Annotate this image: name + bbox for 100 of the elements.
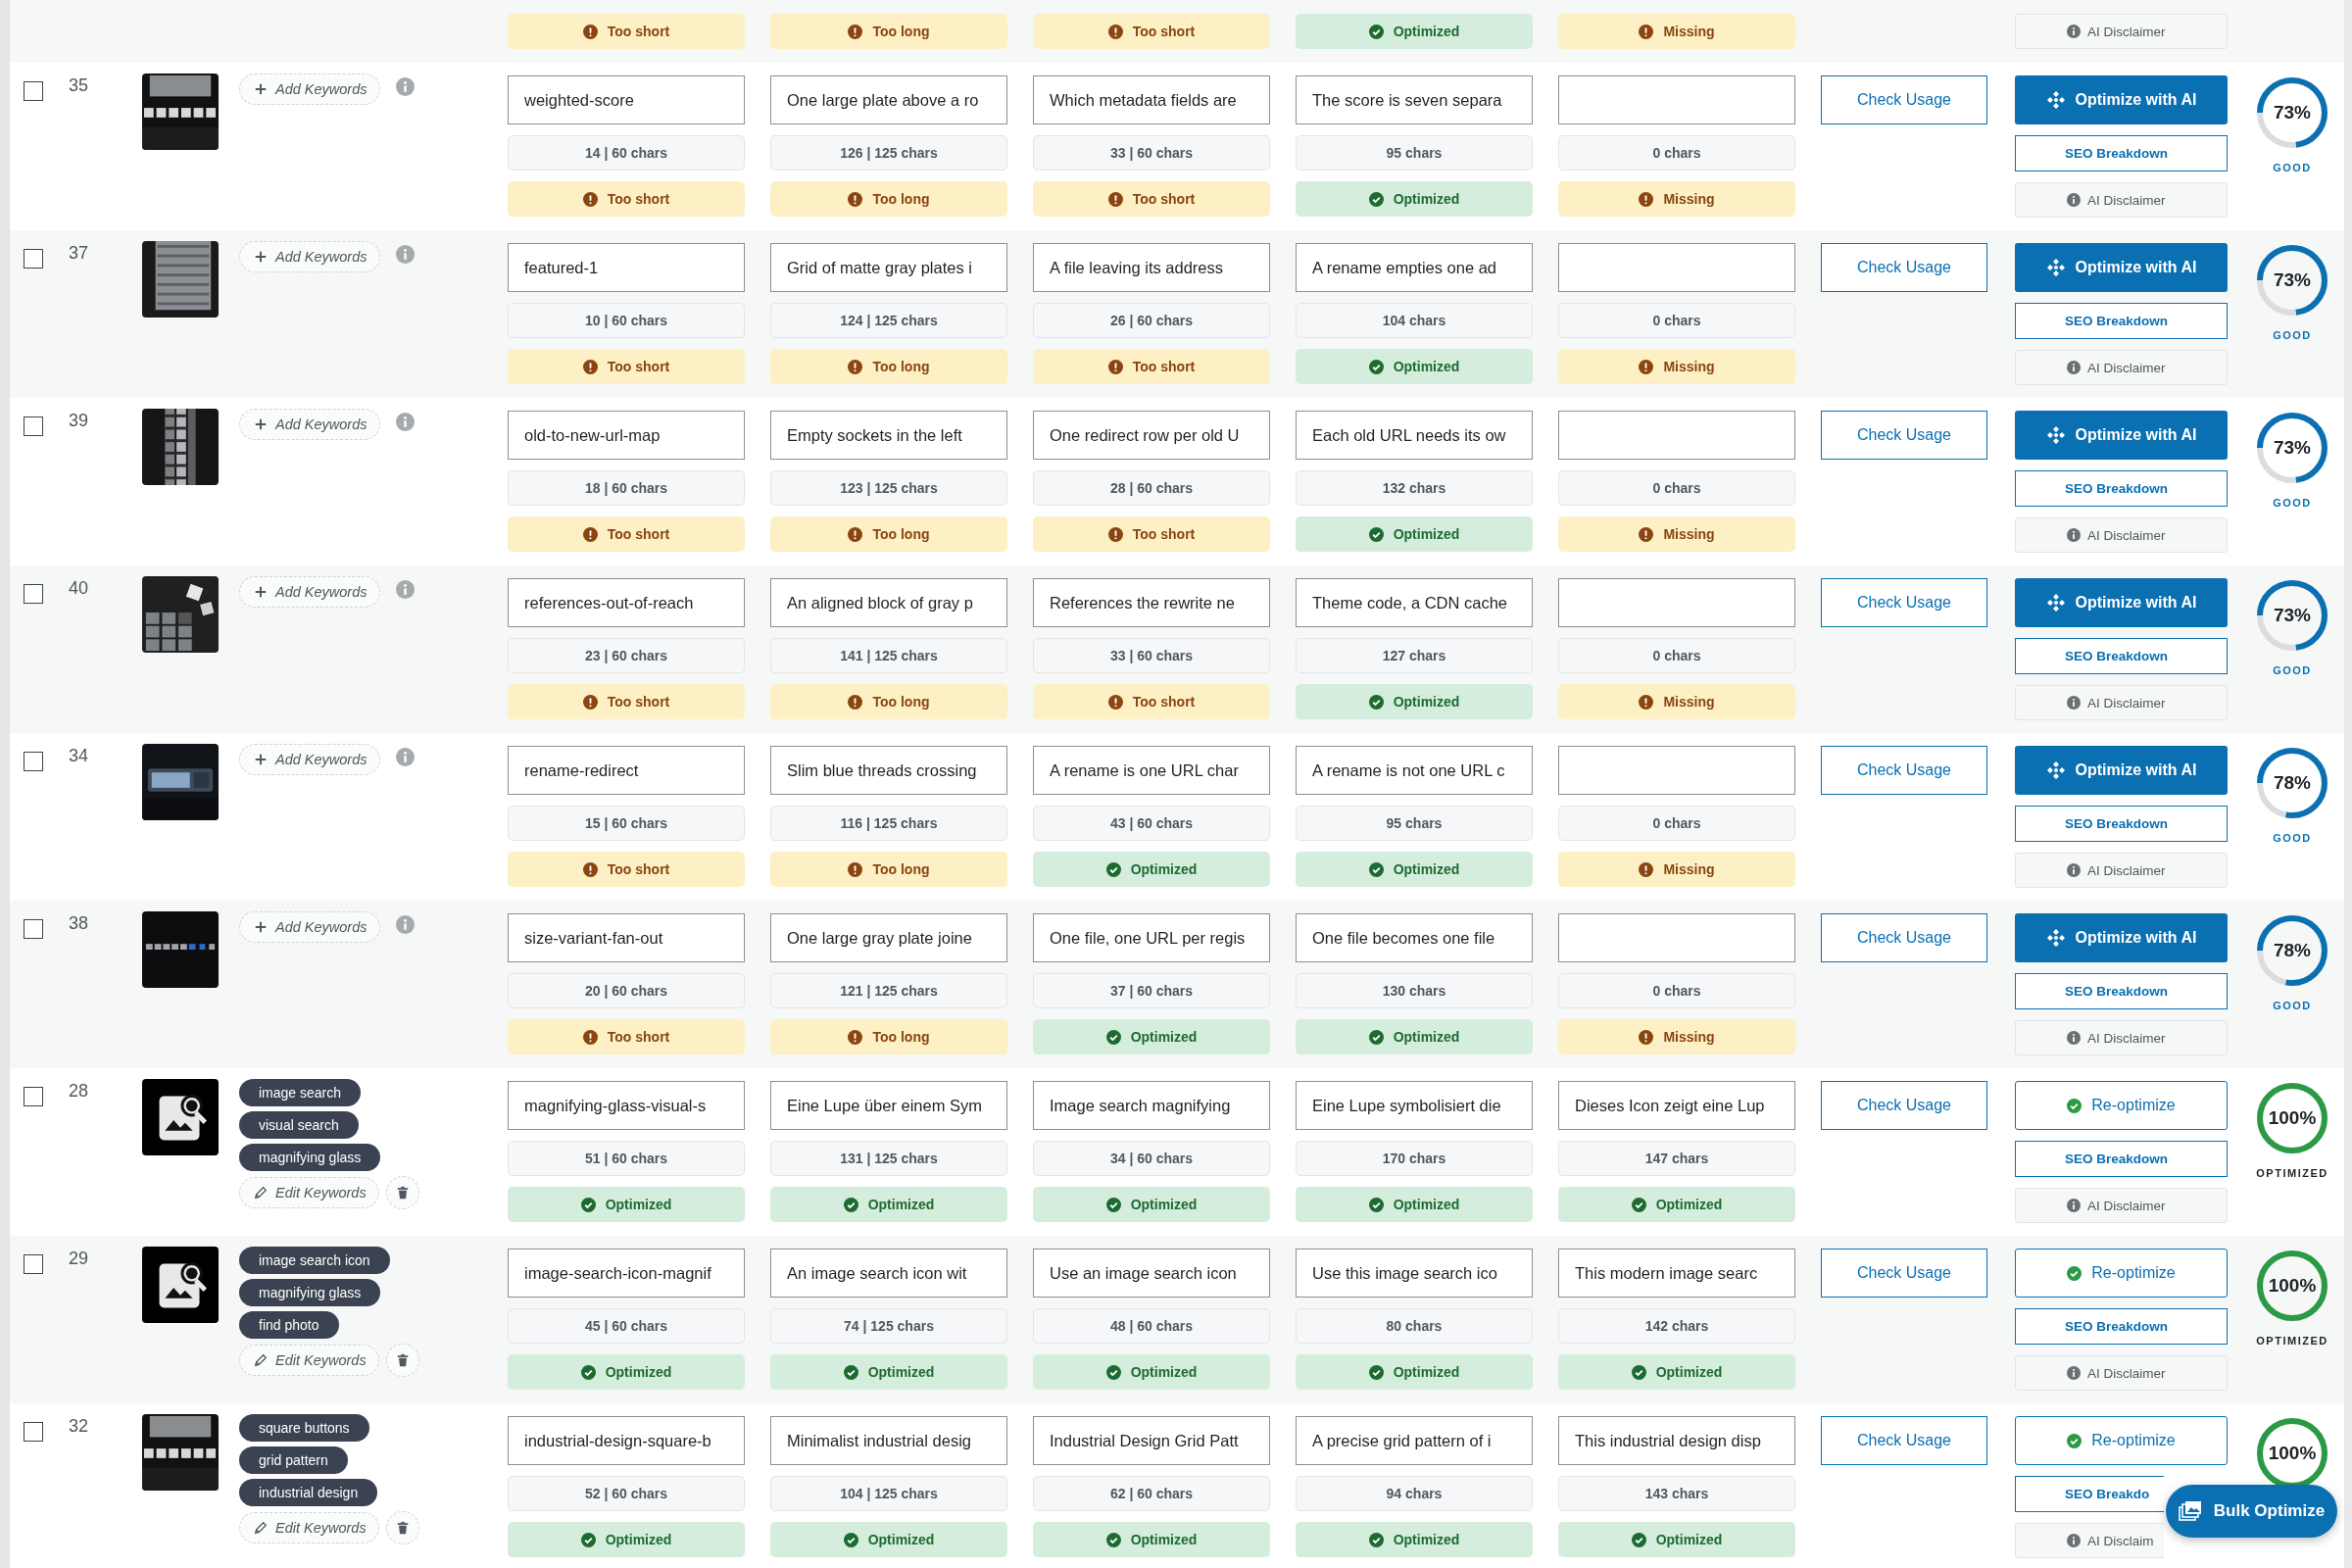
text-field[interactable]: Grid of matte gray plates i: [770, 243, 1007, 292]
check-usage-button[interactable]: Check Usage: [1821, 411, 1987, 460]
text-field[interactable]: This modern image searc: [1558, 1249, 1795, 1298]
row-checkbox[interactable]: [24, 919, 43, 939]
check-usage-button[interactable]: Check Usage: [1821, 75, 1987, 124]
text-field[interactable]: Theme code, a CDN cache: [1296, 578, 1533, 627]
text-field[interactable]: old-to-new-url-map: [508, 411, 745, 460]
disclaimer-button[interactable]: AI Disclaimer: [2015, 14, 2228, 49]
seo-breakdown-button[interactable]: SEO Breakdown: [2015, 1141, 2228, 1177]
text-field[interactable]: One file, one URL per regis: [1033, 913, 1270, 962]
seo-breakdown-button[interactable]: SEO Breakdown: [2015, 1308, 2228, 1345]
keywords-button[interactable]: Add Keywords: [239, 409, 380, 440]
seo-breakdown-button[interactable]: SEO Breakdown: [2015, 973, 2228, 1009]
disclaimer-button[interactable]: AI Disclaimer: [2015, 685, 2228, 720]
text-field[interactable]: image-search-icon-magnif: [508, 1249, 745, 1298]
optimize-button[interactable]: Optimize with AI: [2015, 913, 2228, 962]
text-field[interactable]: One large plate above a ro: [770, 75, 1007, 124]
text-field[interactable]: [1558, 578, 1795, 627]
check-usage-button[interactable]: Check Usage: [1821, 746, 1987, 795]
text-field[interactable]: featured-1: [508, 243, 745, 292]
delete-button[interactable]: [385, 1511, 419, 1544]
disclaimer-button[interactable]: AI Disclaimer: [2015, 1355, 2228, 1391]
text-field[interactable]: [1558, 411, 1795, 460]
keywords-button[interactable]: Edit Keywords: [239, 1177, 379, 1208]
delete-button[interactable]: [385, 1344, 419, 1377]
check-usage-button[interactable]: Check Usage: [1821, 243, 1987, 292]
row-checkbox[interactable]: [24, 752, 43, 771]
text-field[interactable]: This industrial design disp: [1558, 1416, 1795, 1465]
text-field[interactable]: Which metadata fields are: [1033, 75, 1270, 124]
text-field[interactable]: Eine Lupe über einem Sym: [770, 1081, 1007, 1130]
text-field[interactable]: References the rewrite ne: [1033, 578, 1270, 627]
keywords-button[interactable]: Add Keywords: [239, 911, 380, 943]
text-field[interactable]: [1558, 243, 1795, 292]
text-field[interactable]: A rename is one URL char: [1033, 746, 1270, 795]
keywords-button[interactable]: Add Keywords: [239, 241, 380, 272]
check-usage-button[interactable]: Check Usage: [1821, 1249, 1987, 1298]
text-field[interactable]: A rename is not one URL c: [1296, 746, 1533, 795]
check-usage-button[interactable]: Check Usage: [1821, 578, 1987, 627]
row-checkbox[interactable]: [24, 584, 43, 604]
keywords-button[interactable]: Add Keywords: [239, 744, 380, 775]
text-field[interactable]: [1558, 913, 1795, 962]
text-field[interactable]: An aligned block of gray p: [770, 578, 1007, 627]
text-field[interactable]: One large gray plate joine: [770, 913, 1007, 962]
optimize-button[interactable]: Re-optimize: [2015, 1081, 2228, 1130]
disclaimer-button[interactable]: AI Disclaimer: [2015, 853, 2228, 888]
text-field[interactable]: references-out-of-reach: [508, 578, 745, 627]
delete-button[interactable]: [385, 1176, 419, 1209]
seo-breakdown-button[interactable]: SEO Breakdo: [2015, 1476, 2164, 1512]
optimize-button[interactable]: Optimize with AI: [2015, 746, 2228, 795]
optimize-button[interactable]: Optimize with AI: [2015, 411, 2228, 460]
seo-breakdown-button[interactable]: SEO Breakdown: [2015, 638, 2228, 674]
text-field[interactable]: Image search magnifying: [1033, 1081, 1270, 1130]
text-field[interactable]: A rename empties one ad: [1296, 243, 1533, 292]
keywords-button[interactable]: Add Keywords: [239, 74, 380, 105]
text-field[interactable]: One file becomes one file: [1296, 913, 1533, 962]
seo-breakdown-button[interactable]: SEO Breakdown: [2015, 806, 2228, 842]
row-checkbox[interactable]: [24, 81, 43, 101]
text-field[interactable]: Each old URL needs its ow: [1296, 411, 1533, 460]
row-checkbox[interactable]: [24, 249, 43, 269]
text-field[interactable]: An image search icon wit: [770, 1249, 1007, 1298]
disclaimer-button[interactable]: AI Disclaimer: [2015, 1020, 2228, 1055]
keywords-button[interactable]: Edit Keywords: [239, 1512, 379, 1544]
disclaimer-button[interactable]: AI Disclaimer: [2015, 517, 2228, 553]
disclaimer-button[interactable]: AI Disclaimer: [2015, 350, 2228, 385]
text-field[interactable]: Dieses Icon zeigt eine Lup: [1558, 1081, 1795, 1130]
text-field[interactable]: One redirect row per old U: [1033, 411, 1270, 460]
text-field[interactable]: Use this image search ico: [1296, 1249, 1533, 1298]
check-usage-button[interactable]: Check Usage: [1821, 1416, 1987, 1465]
text-field[interactable]: weighted-score: [508, 75, 745, 124]
text-field[interactable]: Industrial Design Grid Patt: [1033, 1416, 1270, 1465]
seo-breakdown-button[interactable]: SEO Breakdown: [2015, 470, 2228, 507]
keywords-button[interactable]: Edit Keywords: [239, 1345, 379, 1376]
text-field[interactable]: A precise grid pattern of i: [1296, 1416, 1533, 1465]
optimize-button[interactable]: Optimize with AI: [2015, 578, 2228, 627]
optimize-button[interactable]: Optimize with AI: [2015, 243, 2228, 292]
text-field[interactable]: rename-redirect: [508, 746, 745, 795]
row-checkbox[interactable]: [24, 1422, 43, 1442]
optimize-button[interactable]: Optimize with AI: [2015, 75, 2228, 124]
bulk-optimize-button[interactable]: Bulk Optimize: [2166, 1485, 2337, 1538]
check-usage-button[interactable]: Check Usage: [1821, 913, 1987, 962]
text-field[interactable]: Use an image search icon: [1033, 1249, 1270, 1298]
row-checkbox[interactable]: [24, 416, 43, 436]
keywords-button[interactable]: Add Keywords: [239, 576, 380, 608]
row-checkbox[interactable]: [24, 1254, 43, 1274]
optimize-button[interactable]: Re-optimize: [2015, 1249, 2228, 1298]
disclaimer-button[interactable]: AI Disclaimer: [2015, 1188, 2228, 1223]
seo-breakdown-button[interactable]: SEO Breakdown: [2015, 303, 2228, 339]
check-usage-button[interactable]: Check Usage: [1821, 1081, 1987, 1130]
text-field[interactable]: A file leaving its address: [1033, 243, 1270, 292]
text-field[interactable]: The score is seven separa: [1296, 75, 1533, 124]
text-field[interactable]: magnifying-glass-visual-s: [508, 1081, 745, 1130]
text-field[interactable]: size-variant-fan-out: [508, 913, 745, 962]
text-field[interactable]: Eine Lupe symbolisiert die: [1296, 1081, 1533, 1130]
text-field[interactable]: Minimalist industrial desig: [770, 1416, 1007, 1465]
text-field[interactable]: [1558, 746, 1795, 795]
text-field[interactable]: Empty sockets in the left: [770, 411, 1007, 460]
row-checkbox[interactable]: [24, 1087, 43, 1106]
text-field[interactable]: Slim blue threads crossing: [770, 746, 1007, 795]
optimize-button[interactable]: Re-optimize: [2015, 1416, 2228, 1465]
text-field[interactable]: [1558, 75, 1795, 124]
